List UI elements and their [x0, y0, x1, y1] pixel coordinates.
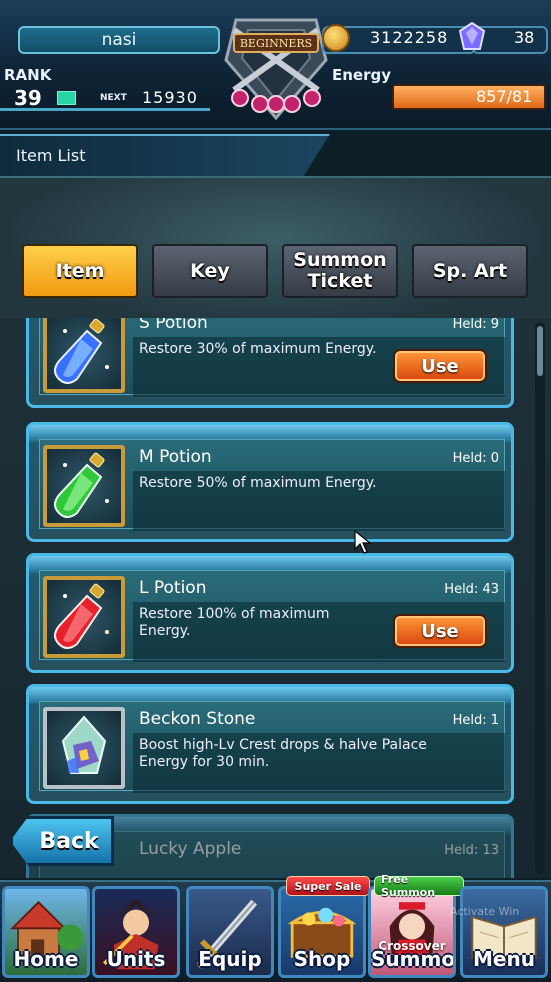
nav-home-label: Home [13, 947, 79, 971]
nav-shop-label: Shop [293, 947, 351, 971]
item-description: Restore 100% of maximum Energy. [139, 606, 330, 639]
item-held-count: Held: 0 [452, 451, 499, 466]
exp-bar [57, 91, 76, 105]
potion-icon [43, 318, 125, 393]
next-label: NEXT [100, 93, 127, 103]
nav-shop[interactable]: Shop [278, 886, 366, 978]
back-button[interactable]: Back [10, 816, 114, 866]
os-watermark: Activate Win [450, 905, 520, 918]
list-item[interactable]: M Potion Held: 0 Restore 50% of maximum … [26, 422, 514, 542]
nav-home[interactable]: Home [2, 886, 90, 978]
nav-summon-label: Summon [371, 947, 456, 971]
nav-menu-label: Menu [473, 947, 535, 971]
tab-key[interactable]: Key [152, 244, 268, 298]
beginners-emblem[interactable]: BEGINNERS [218, 0, 334, 124]
nav-equip[interactable]: Equip [186, 886, 274, 978]
item-list[interactable]: S Potion Held: 9 Restore 30% of maximum … [0, 318, 551, 878]
nav-summon[interactable]: Crossover Summon [368, 886, 456, 978]
potion-icon [43, 445, 125, 527]
emblem-label: BEGINNERS [240, 37, 312, 50]
super-sale-badge: Super Sale [286, 876, 370, 896]
coin-icon [322, 24, 350, 52]
player-name[interactable]: nasi [18, 26, 220, 54]
item-name: Beckon Stone [139, 709, 256, 729]
nav-units[interactable]: Units [92, 886, 180, 978]
free-summon-badge: Free Summon [374, 873, 464, 899]
item-description: Restore 50% of maximum Energy. [139, 475, 377, 491]
list-item[interactable]: L Potion Held: 43 Restore 100% of maximu… [26, 553, 514, 673]
rank-value: 39 [14, 86, 42, 110]
rank-label: RANK [4, 66, 52, 84]
nav-units-label: Units [106, 947, 166, 971]
gem-icon [458, 22, 486, 50]
item-name: S Potion [139, 318, 208, 333]
tab-summon-ticket[interactable]: Summon Ticket [282, 244, 398, 298]
energy-label: Energy [332, 66, 392, 84]
tab-sp-art[interactable]: Sp. Art [412, 244, 528, 298]
nav-menu[interactable]: Menu [460, 886, 548, 978]
item-description: Boost high-Lv Crest drops & halve Palace… [139, 737, 427, 770]
item-name: Lucky Apple [139, 839, 242, 859]
coin-value: 3122258 [370, 28, 449, 47]
nav-equip-label: Equip [198, 947, 262, 971]
scrollbar[interactable] [535, 322, 545, 874]
crystal-icon [43, 707, 125, 789]
mouse-cursor-icon [354, 530, 372, 554]
next-exp-value: 15930 [142, 88, 198, 107]
list-item[interactable]: S Potion Held: 9 Restore 30% of maximum … [26, 318, 514, 408]
potion-icon [43, 576, 125, 658]
tab-item[interactable]: Item [22, 244, 138, 298]
item-held-count: Held: 43 [444, 582, 499, 597]
item-held-count: Held: 1 [452, 713, 499, 728]
scrollbar-thumb[interactable] [537, 326, 543, 376]
rank-divider [0, 108, 210, 111]
item-name: L Potion [139, 578, 207, 598]
item-held-count: Held: 13 [444, 843, 499, 858]
page-title: Item List [16, 146, 86, 165]
use-button[interactable]: Use [393, 614, 487, 648]
item-held-count: Held: 9 [452, 318, 499, 332]
list-item[interactable]: Beckon Stone Held: 1 Boost high-Lv Crest… [26, 684, 514, 804]
energy-value: 857/81 [476, 87, 533, 106]
gem-value: 38 [514, 28, 535, 47]
item-description: Restore 30% of maximum Energy. [139, 341, 377, 357]
item-name: M Potion [139, 447, 212, 467]
use-button[interactable]: Use [393, 349, 487, 383]
